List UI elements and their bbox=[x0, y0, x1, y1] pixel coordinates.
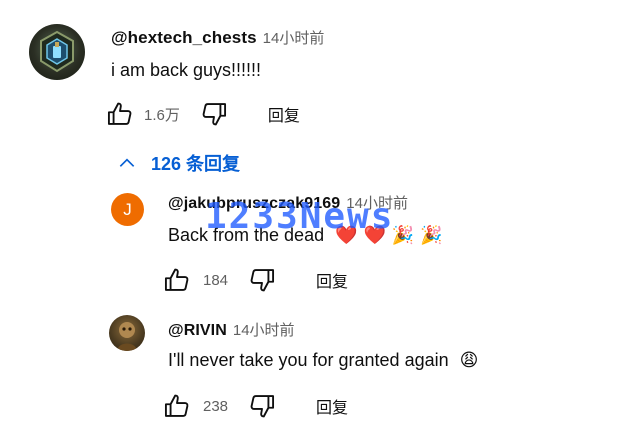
like-count: 184 bbox=[203, 271, 229, 289]
comment-author[interactable]: @hextech_chests bbox=[111, 28, 257, 47]
comment-header: @hextech_chests 14小时前 bbox=[111, 27, 324, 48]
hextech-chest-emblem-icon bbox=[40, 30, 74, 73]
reply-avatar[interactable] bbox=[109, 315, 145, 351]
reply-header: @jakubpruszczak9169 14小时前 bbox=[168, 192, 408, 213]
like-icon bbox=[107, 102, 132, 125]
chevron-up-icon bbox=[119, 158, 135, 167]
replies-count-label: 126 条回复 bbox=[151, 154, 241, 174]
avatar-letter: J bbox=[123, 199, 132, 219]
reply-emojis: 😩 bbox=[459, 350, 479, 370]
reply-text: Back from the dead bbox=[168, 225, 325, 245]
replies-toggle-button[interactable]: 126 条回复 bbox=[117, 150, 240, 176]
like-button[interactable] bbox=[106, 100, 134, 128]
avatar[interactable] bbox=[29, 24, 85, 80]
dislike-icon bbox=[250, 395, 275, 418]
reply-text: I'll never take you for granted again bbox=[168, 350, 449, 370]
reply-button[interactable]: 回复 bbox=[316, 268, 348, 292]
like-count: 238 bbox=[203, 397, 229, 415]
reply-text-row: Back from the dead ❤️❤️🎉🎉 bbox=[168, 225, 449, 246]
dislike-icon bbox=[202, 103, 226, 126]
reply-actions: 184 回复 bbox=[163, 266, 348, 294]
like-count: 1.6万 bbox=[144, 106, 180, 124]
dislike-button[interactable] bbox=[200, 100, 228, 128]
reply-author[interactable]: @jakubpruszczak9169 bbox=[168, 195, 340, 212]
dislike-button[interactable] bbox=[248, 392, 276, 420]
reply-time[interactable]: 14小时前 bbox=[346, 195, 408, 212]
like-icon bbox=[164, 268, 189, 291]
reply-actions: 238 回复 bbox=[163, 392, 348, 420]
character-avatar-icon bbox=[117, 322, 137, 351]
like-button[interactable] bbox=[163, 266, 191, 294]
reply-button[interactable]: 回复 bbox=[268, 102, 300, 126]
reply-emojis: ❤️❤️🎉🎉 bbox=[335, 225, 449, 245]
comment-text: i am back guys!!!!!! bbox=[111, 60, 262, 80]
comment-actions: 1.6万 回复 bbox=[106, 100, 300, 128]
reply-time[interactable]: 14小时前 bbox=[233, 322, 295, 339]
dislike-button[interactable] bbox=[248, 266, 276, 294]
comment-time[interactable]: 14小时前 bbox=[263, 30, 325, 47]
like-icon bbox=[164, 394, 189, 417]
reply-avatar[interactable]: J bbox=[111, 193, 144, 226]
dislike-icon bbox=[250, 269, 275, 292]
like-button[interactable] bbox=[163, 392, 191, 420]
reply-button[interactable]: 回复 bbox=[316, 394, 348, 418]
reply-header: @RIVIN 14小时前 bbox=[168, 319, 295, 340]
reply-author[interactable]: @RIVIN bbox=[168, 322, 227, 339]
reply-text-row: I'll never take you for granted again 😩 bbox=[168, 350, 478, 371]
